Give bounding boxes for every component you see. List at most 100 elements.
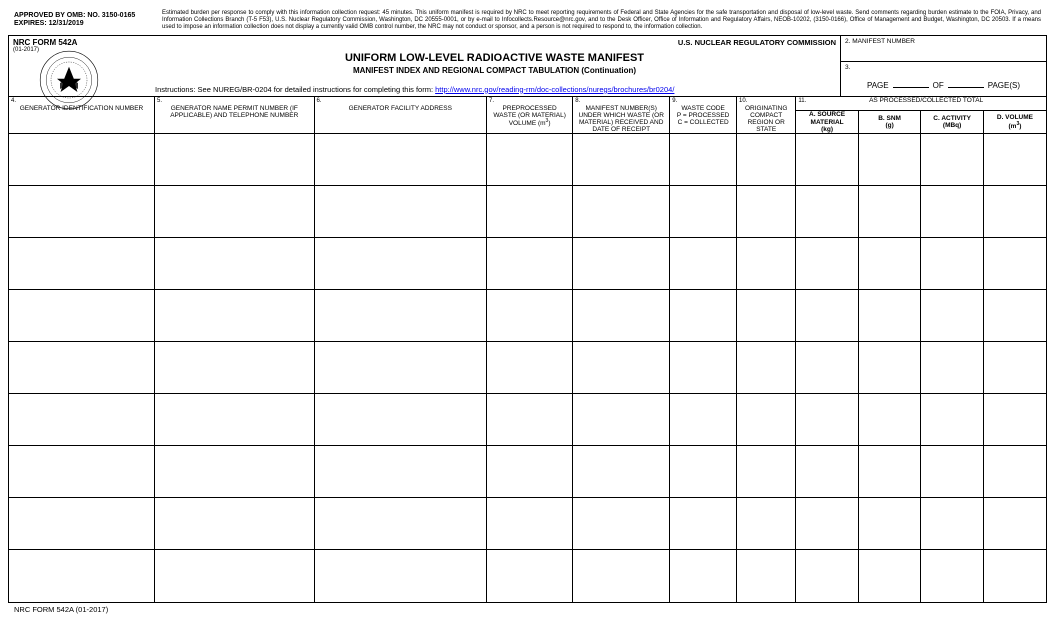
table-cell[interactable]: [314, 342, 486, 394]
table-cell[interactable]: [573, 238, 670, 290]
table-cell[interactable]: [9, 342, 155, 394]
table-cell[interactable]: [921, 134, 984, 186]
table-cell[interactable]: [737, 498, 796, 550]
table-cell[interactable]: [858, 186, 921, 238]
table-cell[interactable]: [9, 134, 155, 186]
table-cell[interactable]: [9, 498, 155, 550]
table-cell[interactable]: [9, 394, 155, 446]
table-cell[interactable]: [796, 446, 859, 498]
table-cell[interactable]: [983, 394, 1046, 446]
table-cell[interactable]: [487, 238, 573, 290]
table-cell[interactable]: [796, 290, 859, 342]
table-cell[interactable]: [314, 238, 486, 290]
table-cell[interactable]: [487, 186, 573, 238]
table-cell[interactable]: [314, 550, 486, 602]
table-cell[interactable]: [487, 134, 573, 186]
table-cell[interactable]: [670, 290, 737, 342]
table-cell[interactable]: [573, 290, 670, 342]
table-cell[interactable]: [670, 186, 737, 238]
table-cell[interactable]: [573, 186, 670, 238]
table-cell[interactable]: [796, 134, 859, 186]
table-cell[interactable]: [670, 550, 737, 602]
table-cell[interactable]: [858, 342, 921, 394]
table-cell[interactable]: [487, 446, 573, 498]
table-cell[interactable]: [573, 342, 670, 394]
table-cell[interactable]: [858, 394, 921, 446]
table-cell[interactable]: [9, 290, 155, 342]
table-cell[interactable]: [796, 238, 859, 290]
table-cell[interactable]: [983, 238, 1046, 290]
table-cell[interactable]: [155, 394, 315, 446]
table-cell[interactable]: [921, 446, 984, 498]
table-cell[interactable]: [487, 550, 573, 602]
table-cell[interactable]: [487, 290, 573, 342]
page-total-field[interactable]: [948, 78, 984, 88]
instructions-link[interactable]: http://www.nrc.gov/reading-rm/doc-collec…: [435, 85, 674, 94]
table-cell[interactable]: [921, 550, 984, 602]
table-cell[interactable]: [155, 342, 315, 394]
table-cell[interactable]: [155, 238, 315, 290]
table-cell[interactable]: [487, 394, 573, 446]
table-cell[interactable]: [921, 238, 984, 290]
table-cell[interactable]: [314, 446, 486, 498]
table-cell[interactable]: [737, 290, 796, 342]
table-cell[interactable]: [9, 238, 155, 290]
table-cell[interactable]: [573, 446, 670, 498]
table-cell[interactable]: [858, 550, 921, 602]
table-cell[interactable]: [796, 186, 859, 238]
table-cell[interactable]: [314, 498, 486, 550]
table-cell[interactable]: [314, 290, 486, 342]
table-cell[interactable]: [670, 394, 737, 446]
table-cell[interactable]: [314, 394, 486, 446]
table-cell[interactable]: [796, 550, 859, 602]
table-cell[interactable]: [858, 290, 921, 342]
table-cell[interactable]: [573, 550, 670, 602]
table-cell[interactable]: [737, 394, 796, 446]
table-cell[interactable]: [796, 342, 859, 394]
table-cell[interactable]: [858, 238, 921, 290]
table-cell[interactable]: [670, 342, 737, 394]
table-cell[interactable]: [155, 186, 315, 238]
table-cell[interactable]: [858, 134, 921, 186]
table-cell[interactable]: [983, 446, 1046, 498]
table-cell[interactable]: [921, 394, 984, 446]
table-cell[interactable]: [858, 446, 921, 498]
table-cell[interactable]: [796, 498, 859, 550]
table-cell[interactable]: [155, 290, 315, 342]
table-cell[interactable]: [9, 550, 155, 602]
table-cell[interactable]: [155, 134, 315, 186]
table-cell[interactable]: [983, 290, 1046, 342]
table-cell[interactable]: [573, 134, 670, 186]
table-cell[interactable]: [314, 186, 486, 238]
table-cell[interactable]: [983, 498, 1046, 550]
table-cell[interactable]: [670, 238, 737, 290]
table-cell[interactable]: [737, 186, 796, 238]
table-cell[interactable]: [737, 550, 796, 602]
table-cell[interactable]: [737, 134, 796, 186]
table-cell[interactable]: [983, 186, 1046, 238]
table-cell[interactable]: [155, 550, 315, 602]
table-cell[interactable]: [155, 446, 315, 498]
table-cell[interactable]: [670, 498, 737, 550]
table-cell[interactable]: [921, 290, 984, 342]
table-cell[interactable]: [737, 238, 796, 290]
table-cell[interactable]: [921, 342, 984, 394]
table-cell[interactable]: [737, 446, 796, 498]
table-cell[interactable]: [921, 186, 984, 238]
table-cell[interactable]: [737, 342, 796, 394]
table-cell[interactable]: [858, 498, 921, 550]
table-cell[interactable]: [314, 134, 486, 186]
table-cell[interactable]: [487, 498, 573, 550]
table-cell[interactable]: [983, 134, 1046, 186]
table-cell[interactable]: [9, 446, 155, 498]
page-current-field[interactable]: [893, 78, 929, 88]
table-cell[interactable]: [921, 498, 984, 550]
table-cell[interactable]: [573, 498, 670, 550]
table-cell[interactable]: [9, 186, 155, 238]
table-cell[interactable]: [983, 342, 1046, 394]
table-cell[interactable]: [155, 498, 315, 550]
table-cell[interactable]: [983, 550, 1046, 602]
table-cell[interactable]: [670, 134, 737, 186]
table-cell[interactable]: [796, 394, 859, 446]
table-cell[interactable]: [670, 446, 737, 498]
